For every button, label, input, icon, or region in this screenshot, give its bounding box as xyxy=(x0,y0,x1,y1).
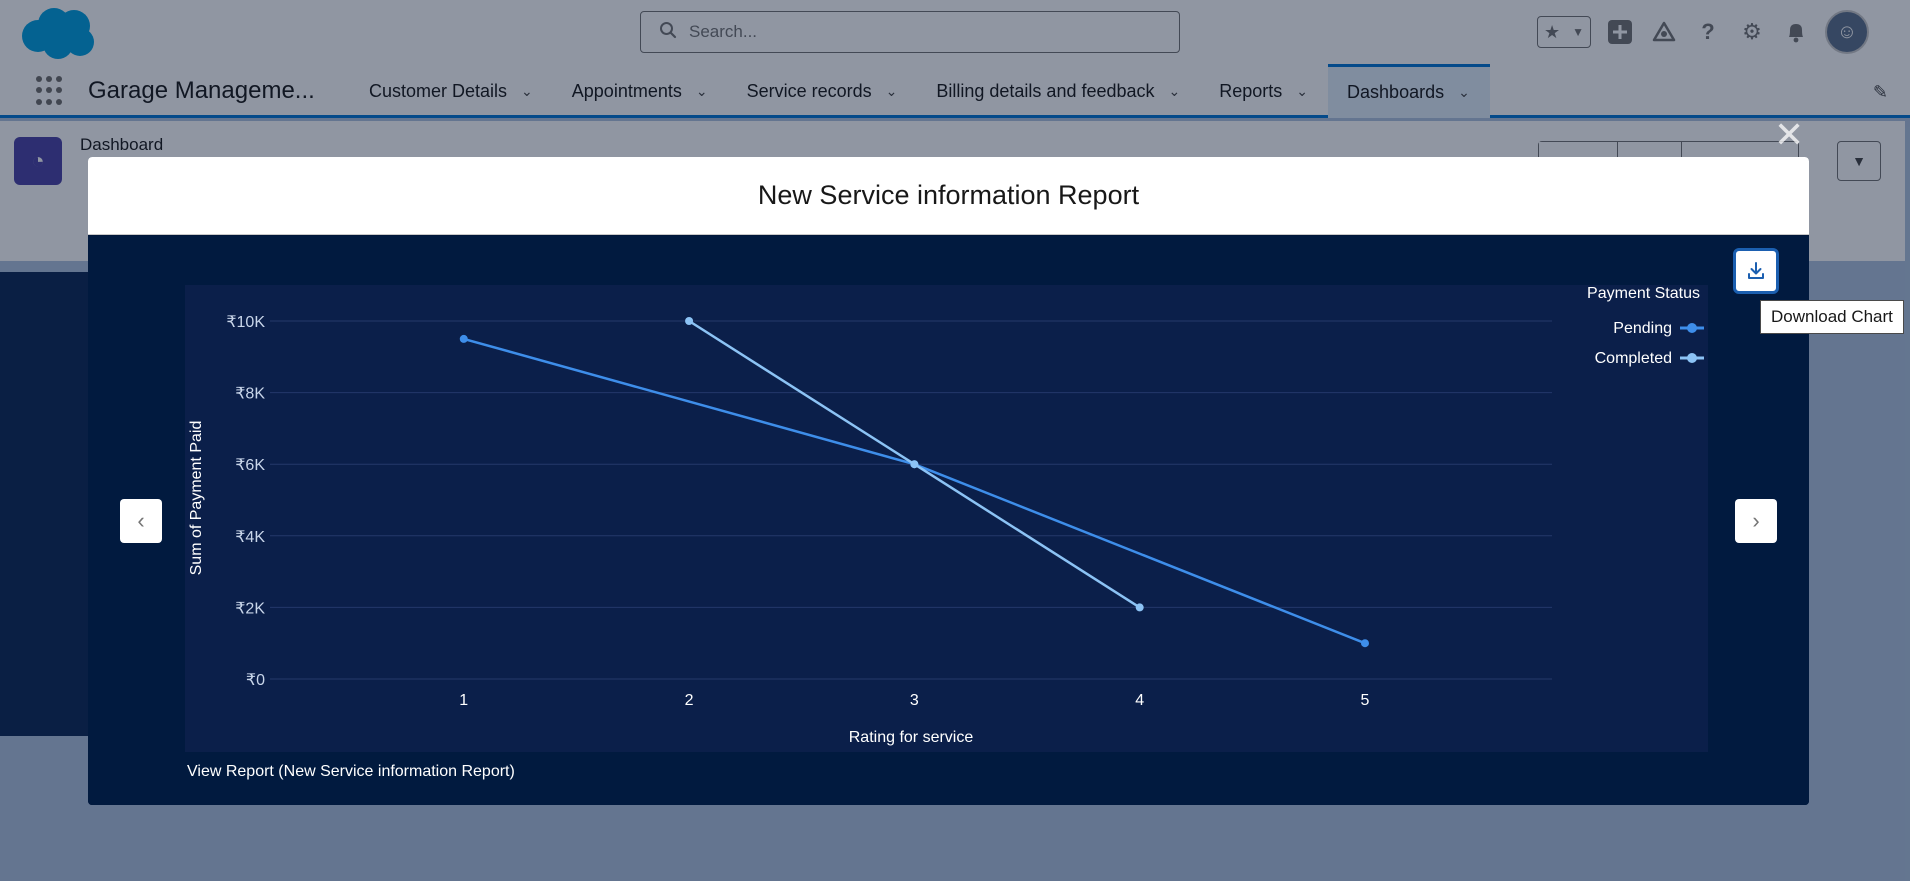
previous-chart-button[interactable]: ‹ xyxy=(120,499,162,543)
x-tick-label: 3 xyxy=(910,692,919,709)
y-tick-label: ₹2K xyxy=(235,600,265,617)
y-tick-label: ₹0 xyxy=(246,672,265,689)
modal-header: New Service information Report xyxy=(88,157,1809,235)
x-tick-label: 5 xyxy=(1361,692,1370,709)
legend-label: Pending xyxy=(1613,320,1672,337)
chevron-left-icon: ‹ xyxy=(137,508,145,533)
x-axis-title: Rating for service xyxy=(849,729,974,746)
data-point xyxy=(1135,603,1144,612)
y-tick-label: ₹10K xyxy=(226,314,265,331)
modal-body: ‹ › ₹0 ₹2K ₹4K ₹6K ₹8K ₹10K 1 2 3 4 5 Rating for se… xyxy=(88,236,1809,805)
x-tick-label: 4 xyxy=(1135,692,1144,709)
download-chart-button[interactable] xyxy=(1733,248,1779,294)
modal-close-icon[interactable]: ✕ xyxy=(1774,117,1804,153)
y-tick-label: ₹8K xyxy=(235,386,265,403)
legend-swatch-marker xyxy=(1687,353,1697,363)
chart-panel: ₹0 ₹2K ₹4K ₹6K ₹8K ₹10K 1 2 3 4 5 Rating for servic… xyxy=(185,285,1708,752)
chevron-right-icon: › xyxy=(1752,508,1760,533)
x-tick-label: 1 xyxy=(459,692,468,709)
download-chart-tooltip: Download Chart xyxy=(1760,300,1904,334)
view-report-link[interactable]: View Report (New Service information Rep… xyxy=(187,763,515,781)
chart-modal: New Service information Report ‹ › ₹0 ₹2K… xyxy=(88,157,1809,805)
modal-title: New Service information Report xyxy=(757,180,1140,210)
legend-title: Payment Status xyxy=(1587,285,1700,302)
next-chart-button[interactable]: › xyxy=(1735,499,1777,543)
download-icon xyxy=(1748,262,1764,279)
data-point xyxy=(685,317,694,325)
y-tick-label: ₹6K xyxy=(235,457,265,474)
y-tick-label: ₹4K xyxy=(235,529,265,546)
y-axis-title: Sum of Payment Paid xyxy=(188,421,205,576)
line-chart: ₹0 ₹2K ₹4K ₹6K ₹8K ₹10K 1 2 3 4 5 Rating for servic… xyxy=(188,285,1704,746)
legend-label: Completed xyxy=(1595,350,1672,367)
legend-swatch-marker xyxy=(1687,323,1697,333)
data-point xyxy=(1360,639,1369,648)
data-point xyxy=(910,460,919,469)
x-tick-label: 2 xyxy=(685,692,694,709)
data-point xyxy=(459,334,468,343)
series-line xyxy=(463,337,1366,645)
